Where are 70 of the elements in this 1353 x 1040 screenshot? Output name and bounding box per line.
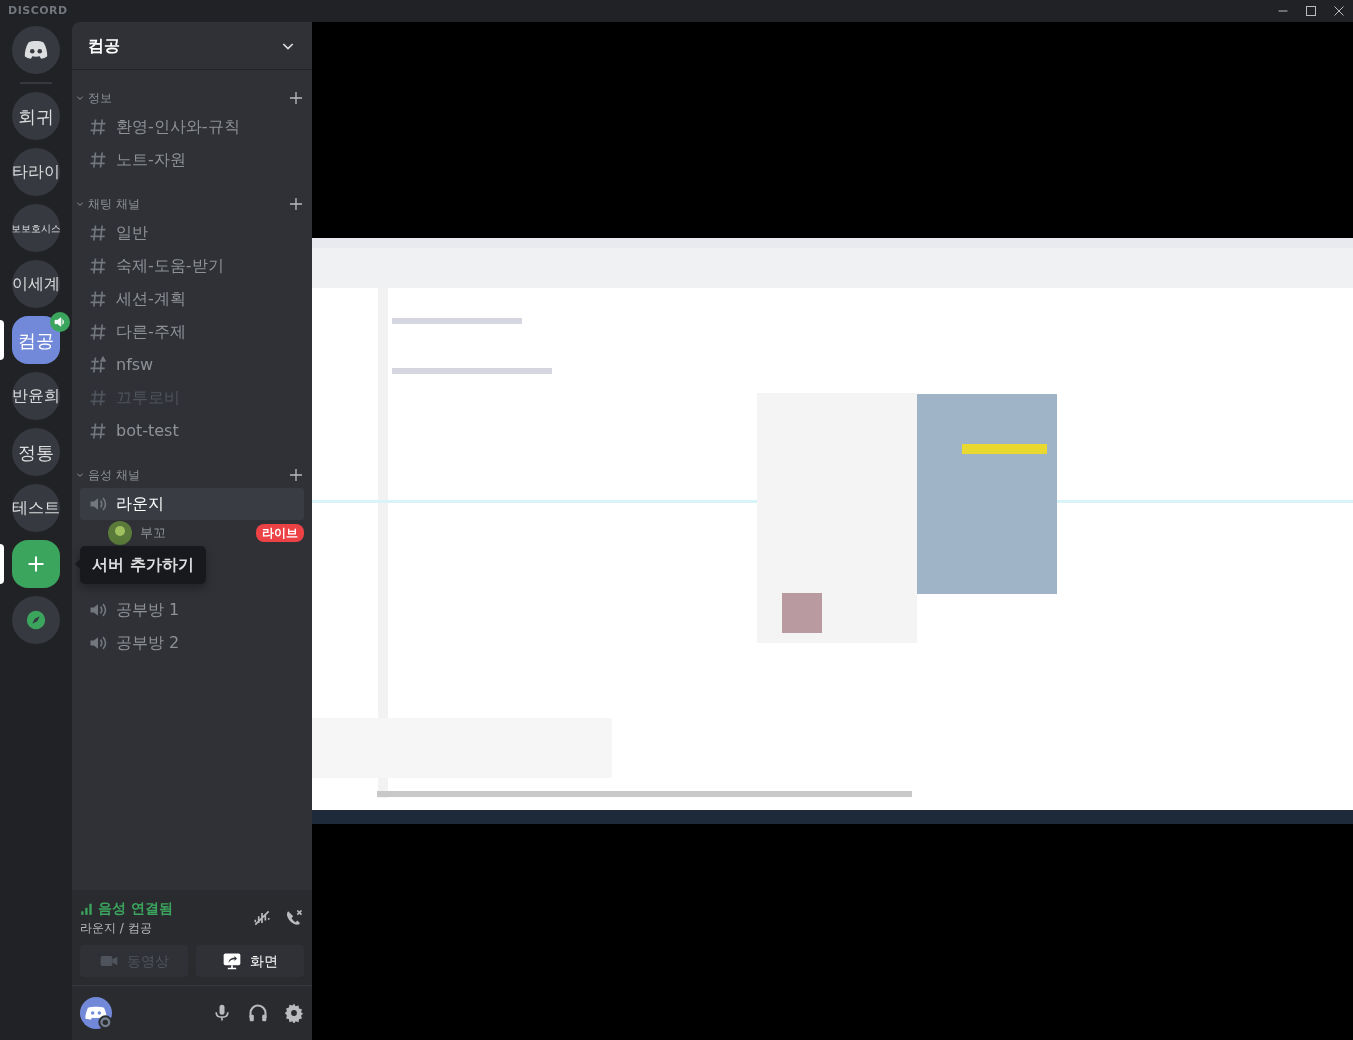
channel-item[interactable]: 라운지	[80, 488, 304, 520]
headphones-icon[interactable]	[248, 1003, 268, 1023]
user-name: 부꼬	[140, 524, 167, 543]
channel-item[interactable]: bot-test	[80, 415, 304, 447]
plus-icon[interactable]	[288, 196, 304, 212]
channel-item[interactable]: nfsw	[80, 349, 304, 381]
add-server-button[interactable]	[12, 540, 60, 588]
hash-icon	[88, 388, 108, 408]
server-name: 반윤희	[12, 385, 60, 407]
app-logo: DISCORD	[7, 2, 68, 19]
category-name[interactable]: 채팅 채널	[88, 195, 284, 213]
tooltip-arrow	[75, 559, 80, 569]
hash-warning-icon	[88, 355, 108, 375]
hash-icon	[88, 289, 108, 309]
server-icon[interactable]: 컴공	[12, 316, 60, 364]
server-icon[interactable]: 정통	[12, 428, 60, 476]
server-icon[interactable]: 회귀	[12, 92, 60, 140]
channel-item[interactable]: 공부방 2	[80, 627, 304, 659]
hash-icon	[88, 256, 108, 276]
channel-item[interactable]: 세션-계획	[80, 283, 304, 315]
explore-button[interactable]	[12, 596, 60, 644]
server-title[interactable]: 컴공	[88, 33, 120, 58]
chevron-icon[interactable]	[76, 94, 84, 102]
chevron-icon[interactable]	[76, 471, 84, 479]
channel-item[interactable]: 노트-자원	[80, 144, 304, 176]
avatar-icon[interactable]	[80, 997, 112, 1029]
server-icon[interactable]: 이세계	[12, 260, 60, 308]
plus-icon	[26, 554, 46, 574]
chevron-icon[interactable]	[76, 200, 84, 208]
speaker-icon	[50, 312, 70, 332]
hash-icon	[88, 150, 108, 170]
close-icon[interactable]	[1333, 5, 1345, 17]
server-name: 컴공	[18, 328, 54, 353]
plus-icon[interactable]	[288, 467, 304, 483]
server-icon[interactable]: 테스트	[12, 484, 60, 532]
hash-icon	[88, 223, 108, 243]
channel-item[interactable]: 숙제-도움-받기	[80, 250, 304, 282]
settings-icon[interactable]	[284, 1003, 304, 1023]
live-tag: 라이브	[256, 524, 304, 542]
server-name: 회귀	[18, 104, 54, 129]
connection-status: 음성 연결됨	[98, 899, 173, 918]
server-name: 정통	[18, 440, 54, 465]
hash-icon	[88, 117, 108, 137]
disconnect-icon[interactable]	[284, 907, 304, 928]
avatar-icon	[108, 521, 132, 545]
channel-item[interactable]: 일반	[80, 217, 304, 249]
home-button[interactable]	[12, 26, 60, 74]
compass-icon	[26, 610, 46, 630]
channel-item[interactable]: 공부방 1	[80, 594, 304, 626]
microphone-icon[interactable]	[212, 1003, 232, 1023]
server-name: 타라이	[12, 161, 60, 183]
hash-icon	[88, 421, 108, 441]
server-icon[interactable]: 반윤희	[12, 372, 60, 420]
plus-icon[interactable]	[288, 90, 304, 106]
channel-item[interactable]: 다른-주제	[80, 316, 304, 348]
screen-share-icon	[222, 951, 242, 971]
voice-location[interactable]: 라운지 / 컴공	[80, 919, 252, 937]
category-name[interactable]: 정보	[88, 89, 284, 107]
server-name: 이세계	[12, 273, 60, 295]
category-name[interactable]: 음성 채널	[88, 466, 284, 484]
channel-item[interactable]: 환영-인사와-규칙	[80, 111, 304, 143]
server-icon[interactable]: 타라이	[12, 148, 60, 196]
maximize-icon[interactable]	[1305, 5, 1317, 17]
server-name: 보보호시스	[12, 221, 60, 236]
hover-indicator	[0, 544, 4, 584]
signal-icon	[80, 901, 94, 916]
server-icon[interactable]: 보보호시스	[12, 204, 60, 252]
hash-icon	[88, 322, 108, 342]
server-name: 테스트	[12, 497, 60, 519]
screen-share-button[interactable]: 화면	[196, 945, 304, 977]
